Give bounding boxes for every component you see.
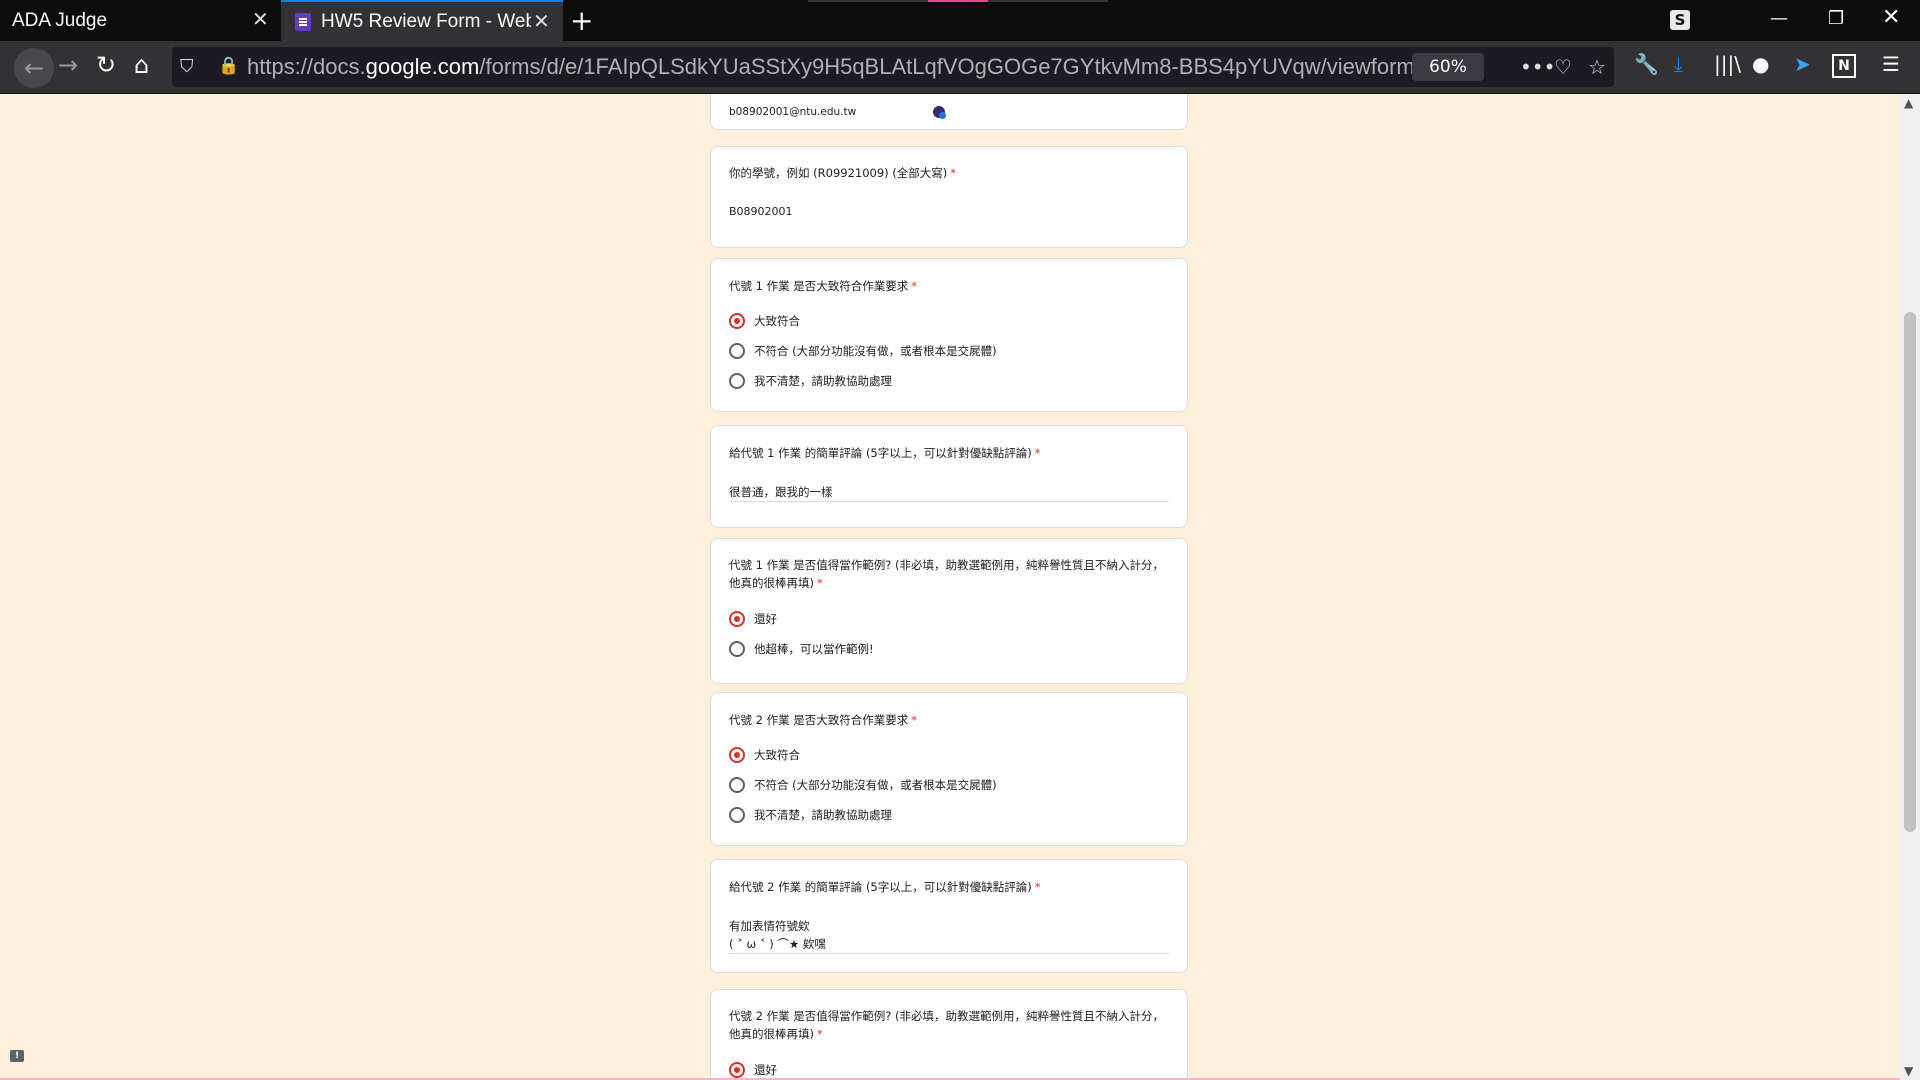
back-button[interactable]: ← bbox=[14, 48, 54, 88]
bookmark-star-icon[interactable]: ☆ bbox=[1588, 55, 1606, 79]
tab-title: ADA Judge bbox=[12, 9, 108, 31]
download-icon[interactable]: ⤓ bbox=[1674, 54, 1683, 74]
question-title: 代號 1 作業 是否值得當作範例? (非必填，助教選範例用，純粹譽性質且不納入計… bbox=[729, 558, 1165, 590]
scroll-up-arrow-icon[interactable]: ▲ bbox=[1904, 96, 1913, 110]
radio-checked-icon[interactable] bbox=[729, 1062, 745, 1078]
close-tab-icon[interactable]: ✕ bbox=[533, 12, 550, 32]
question-title: 代號 1 作業 是否大致符合作業要求 * bbox=[729, 279, 918, 293]
question-card-q2-example: 代號 2 作業 是否值得當作範例? (非必填，助教選範例用，純粹譽性質且不納入計… bbox=[710, 989, 1188, 1080]
scroll-down-arrow-icon[interactable]: ▼ bbox=[1904, 1064, 1913, 1078]
radio-option[interactable]: 大致符合 bbox=[729, 747, 800, 763]
minimize-window-button[interactable]: — bbox=[1770, 8, 1788, 29]
restore-window-button[interactable]: ❐ bbox=[1828, 8, 1844, 29]
page-scrollbar[interactable]: ▲ ▼ bbox=[1900, 94, 1920, 1080]
pocket-icon[interactable]: ♡ bbox=[1554, 55, 1572, 79]
extension-share-icon[interactable]: ➤ bbox=[1794, 54, 1811, 74]
question-card-q1-example: 代號 1 作業 是否值得當作範例? (非必填，助教選範例用，純粹譽性質且不納入計… bbox=[710, 538, 1188, 684]
zoom-level-button[interactable]: 60% bbox=[1412, 53, 1484, 81]
radio-checked-icon[interactable] bbox=[729, 747, 745, 763]
radio-option[interactable]: 我不清楚，請助教協助處理 bbox=[729, 373, 892, 389]
scrollbar-thumb[interactable] bbox=[1904, 312, 1916, 832]
radio-option[interactable]: 不符合 (大部分功能沒有做，或者根本是交屍體) bbox=[729, 343, 997, 359]
radio-checked-icon[interactable] bbox=[729, 313, 745, 329]
question-card-q2-meets: 代號 2 作業 是否大致符合作業要求 * 大致符合 不符合 (大部分功能沒有做，或… bbox=[710, 692, 1188, 846]
question-card-q1-meets: 代號 1 作業 是否大致符合作業要求 * 大致符合 不符合 (大部分功能沒有做，或… bbox=[710, 258, 1188, 412]
tab-overflow-indicator bbox=[808, 0, 1108, 2]
lock-icon[interactable]: 🔒 bbox=[218, 56, 239, 76]
email-card: b08902001@ntu.edu.tw bbox=[710, 94, 1188, 130]
radio-unchecked-icon[interactable] bbox=[729, 343, 745, 359]
tracking-protection-shield-icon[interactable]: ⛉ bbox=[180, 56, 194, 77]
radio-option[interactable]: 不符合 (大部分功能沒有做，或者根本是交屍體) bbox=[729, 777, 997, 793]
radio-unchecked-icon[interactable] bbox=[729, 641, 745, 657]
page-actions-more-icon[interactable]: ••• bbox=[1520, 55, 1555, 79]
url-text[interactable]: https://docs.google.com/forms/d/e/1FAIpQ… bbox=[247, 54, 1415, 80]
navigation-toolbar: ← → ↻ ⌂ ⛉ 🔒 https://docs.google.com/form… bbox=[0, 41, 1920, 94]
tab-bar: ADA Judge ✕ HW5 Review Form - WebP ✕ + S… bbox=[0, 0, 1920, 41]
respondent-email: b08902001@ntu.edu.tw bbox=[729, 106, 857, 118]
notion-icon[interactable]: N bbox=[1832, 54, 1856, 78]
form-page: b08902001@ntu.edu.tw 你的學號，例如 (R09921009)… bbox=[0, 94, 1900, 1080]
tab-title: HW5 Review Form - WebP bbox=[321, 10, 531, 32]
reload-button[interactable]: ↻ bbox=[96, 53, 116, 77]
question-card-student-id: 你的學號，例如 (R09921009) (全部大寫) * B08902001 bbox=[710, 146, 1188, 248]
url-bar[interactable]: ⛉ 🔒 https://docs.google.com/forms/d/e/1F… bbox=[172, 47, 1614, 87]
close-window-button[interactable]: ✕ bbox=[1882, 5, 1900, 30]
library-icon[interactable]: |||\ bbox=[1714, 54, 1741, 74]
home-button[interactable]: ⌂ bbox=[134, 53, 149, 77]
radio-option[interactable]: 我不清楚，請助教協助處理 bbox=[729, 807, 892, 823]
radio-checked-icon[interactable] bbox=[729, 611, 745, 627]
tab-ada-judge[interactable]: ADA Judge ✕ bbox=[0, 0, 281, 41]
question-title: 代號 2 作業 是否值得當作範例? (非必填，助教選範例用，純粹譽性質且不納入計… bbox=[729, 1009, 1165, 1041]
wrench-icon[interactable]: 🔧 bbox=[1634, 54, 1659, 74]
q1-comment-input[interactable]: 很普通，跟我的一樣 bbox=[729, 483, 1169, 502]
question-title: 給代號 2 作業 的簡單評論 (5字以上，可以針對優缺點評論) * bbox=[729, 880, 1041, 894]
student-id-answer[interactable]: B08902001 bbox=[729, 203, 793, 221]
question-title: 給代號 1 作業 的簡單評論 (5字以上，可以針對優缺點評論) * bbox=[729, 446, 1041, 460]
google-forms-icon bbox=[295, 12, 311, 31]
radio-option[interactable]: 還好 bbox=[729, 611, 777, 627]
extension-s-icon[interactable]: S bbox=[1670, 10, 1690, 30]
tab-hw5-review-form[interactable]: HW5 Review Form - WebP ✕ bbox=[281, 0, 563, 41]
radio-unchecked-icon[interactable] bbox=[729, 373, 745, 389]
question-title: 代號 2 作業 是否大致符合作業要求 * bbox=[729, 713, 918, 727]
radio-option[interactable]: 他超棒，可以當作範例! bbox=[729, 641, 874, 657]
radio-unchecked-icon[interactable] bbox=[729, 807, 745, 823]
radio-unchecked-icon[interactable] bbox=[729, 777, 745, 793]
report-feedback-icon[interactable]: ! bbox=[10, 1050, 24, 1062]
radio-option[interactable]: 還好 bbox=[729, 1062, 777, 1078]
forward-button[interactable]: → bbox=[58, 53, 78, 77]
new-tab-button[interactable]: + bbox=[570, 4, 593, 37]
question-card-q1-comment: 給代號 1 作業 的簡單評論 (5字以上，可以針對優缺點評論) * 很普通，跟我的… bbox=[710, 425, 1188, 528]
question-card-q2-comment: 給代號 2 作業 的簡單評論 (5字以上，可以針對優缺點評論) * 有加表情符號欸… bbox=[710, 859, 1188, 973]
hamburger-menu-icon[interactable]: ☰ bbox=[1882, 54, 1900, 74]
close-tab-icon[interactable]: ✕ bbox=[252, 10, 269, 30]
question-title: 你的學號，例如 (R09921009) (全部大寫) * bbox=[729, 166, 957, 180]
radio-option[interactable]: 大致符合 bbox=[729, 313, 800, 329]
q2-comment-input[interactable]: 有加表情符號欸 ( ˃ ω ˂ ) ⌒★ 欸嘿 bbox=[729, 917, 1169, 954]
account-icon[interactable]: ● bbox=[1752, 54, 1769, 74]
